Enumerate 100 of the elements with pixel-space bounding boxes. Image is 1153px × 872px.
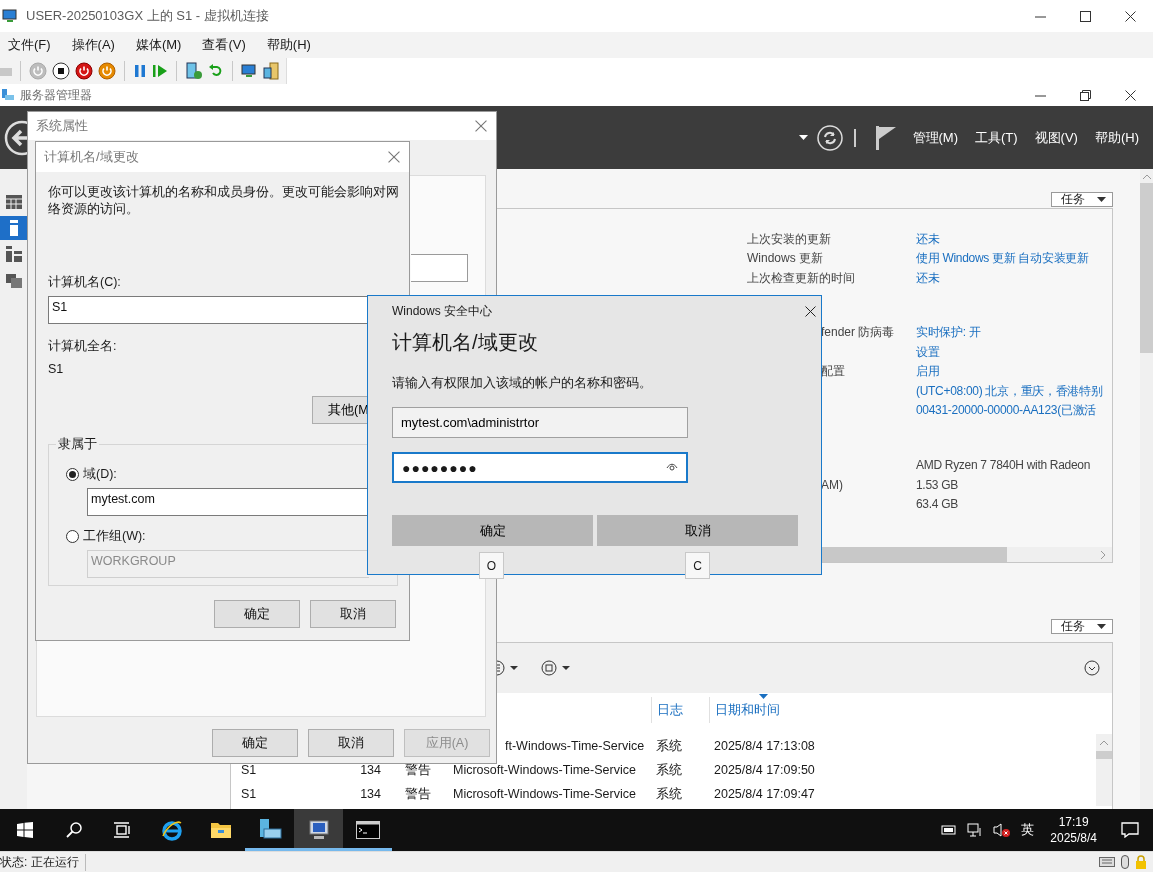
dashboard-icon[interactable] [5,195,22,210]
tasks-button[interactable]: 任务 [1051,192,1113,208]
property-label: 配置 [821,363,845,380]
close-icon[interactable] [1125,10,1136,22]
radio-button[interactable] [66,530,79,544]
menu-item[interactable]: 媒体(M) [129,35,188,54]
pause-icon[interactable] [133,63,147,78]
dialog-button[interactable]: 确定 [392,515,593,547]
dialog-button[interactable]: 确定 [212,729,298,758]
network-icon[interactable] [967,823,984,838]
clock[interactable]: 17:19 2025/8/4 [1050,814,1097,847]
radio-label[interactable]: 工作组(W): [83,528,146,546]
dialog-heading: 计算机名/域更改 [392,330,538,356]
keyboard-icon [1099,857,1115,868]
table-cell-text: 2025/8/4 17:09:47 [714,787,816,802]
radio-button[interactable] [66,468,79,482]
radio-label[interactable]: 域(D): [83,466,117,484]
input-field[interactable]: S1 [48,296,368,325]
enhanced-session-icon[interactable] [262,61,280,80]
folder-icon[interactable] [209,821,232,840]
table-cell-text: 系统 [656,785,683,803]
table-cell-text: Microsoft-Windows-Time-Service [453,787,637,802]
save-icon[interactable] [541,660,571,677]
battery-icon[interactable] [941,824,958,837]
menu-item[interactable]: 操作(A) [65,35,121,54]
caret-icon[interactable] [1097,623,1106,630]
vertical-scrollbar[interactable] [1096,734,1112,807]
lock-icon [1135,855,1147,870]
play-icon[interactable] [152,63,168,78]
password-field[interactable]: ●●●●●●●● [392,452,688,484]
table-cell-text: 134 [359,787,381,802]
folder-icon[interactable] [5,272,22,289]
power-icon[interactable] [75,61,93,80]
access-key-tip: O [479,552,504,580]
dialog-button[interactable]: 取消 [310,600,396,629]
table-cell-text: 2025/8/4 17:09:50 [714,763,816,778]
caret-icon[interactable] [1097,196,1106,203]
servers-icon[interactable] [5,246,22,263]
property-label: 上次安装的更新 [747,230,831,248]
field-label: 计算机名(C): [48,274,121,292]
close-icon[interactable] [1125,89,1136,101]
property-link[interactable]: 启用 [916,363,940,380]
close-icon[interactable] [804,306,816,318]
column-header[interactable]: 日志 [651,697,709,724]
stop-icon[interactable] [52,61,70,80]
table-cell-text: 系统 [656,737,683,755]
dialog-button[interactable]: 取消 [597,515,798,547]
menu-item[interactable]: 帮助(H) [260,35,317,54]
prompt-text: 请输入有权限加入该域的帐户的名称和密码。 [392,374,652,393]
power-icon[interactable] [98,61,116,80]
table-cell-text: S1 [241,787,258,802]
scroll-thumb[interactable] [1096,751,1112,760]
dialog-title: 系统属性 [36,117,88,136]
menu-item[interactable]: 视图(V) [1034,128,1078,147]
menu-item[interactable]: 工具(T) [975,128,1018,147]
terminal-icon[interactable] [355,821,380,840]
task-view-icon[interactable] [113,822,132,839]
table-cell-text: ft-Windows-Time-Service [505,739,646,754]
vm-connect-icon[interactable] [306,819,331,842]
eye-icon[interactable] [666,463,678,473]
dialog-button[interactable]: 确定 [214,600,300,629]
property-link[interactable]: 还未 [916,269,940,287]
property-link[interactable]: 实时保护: 开 [916,324,981,341]
property-link[interactable]: (UTC+08:00) 北京，重庆，香港特别 [916,382,1103,400]
username-field[interactable]: mytest.com\administrtor [392,407,688,439]
property-link[interactable]: 00431-20000-00000-AA123(已激活 [916,402,1097,419]
flag-icon[interactable] [875,125,896,150]
menu-item[interactable]: 帮助(H) [1094,128,1139,147]
property-label: 上次检查更新的时间 [747,269,855,287]
caret-icon[interactable] [798,134,808,141]
notification-icon[interactable] [1121,822,1139,839]
property-link[interactable]: 使用 Windows 更新 自动安装更新 [916,250,1089,267]
tasks-button[interactable]: 任务 [1051,619,1113,635]
sidebar-item[interactable] [0,216,27,241]
input-field[interactable]: mytest.com [87,488,369,517]
menu-item[interactable]: 文件(F) [2,35,57,54]
property-link[interactable]: 还未 [916,230,940,248]
monitor-icon [241,62,257,79]
maximize-icon[interactable] [1080,10,1091,22]
property-label: AM) [821,477,843,492]
expand-icon[interactable] [1084,660,1100,677]
revert-icon[interactable] [208,62,224,79]
browser-icon[interactable] [160,819,183,842]
window-title: USER-20250103GX 上的 S1 - 虚拟机连接 [26,7,269,25]
menu-item[interactable]: 管理(M) [912,128,958,147]
language-indicator[interactable]: 英 [1021,821,1035,840]
property-link[interactable]: 设置 [916,343,940,361]
input-field[interactable] [411,254,468,283]
table-cell-text: S1 [241,763,258,778]
server-icon[interactable] [9,220,18,237]
property-label: Windows 更新 [747,250,823,267]
search-icon[interactable] [65,822,82,839]
vertical-scrollbar[interactable] [1140,169,1153,810]
menu-item[interactable]: 查看(V) [196,35,252,54]
muted-speaker-icon[interactable] [993,822,1012,839]
checkpoint-icon[interactable] [185,61,203,80]
dialog-button[interactable]: 取消 [308,729,394,758]
refresh-icon[interactable] [816,124,843,151]
start-icon[interactable] [16,822,33,839]
restore-icon[interactable] [1080,89,1091,101]
